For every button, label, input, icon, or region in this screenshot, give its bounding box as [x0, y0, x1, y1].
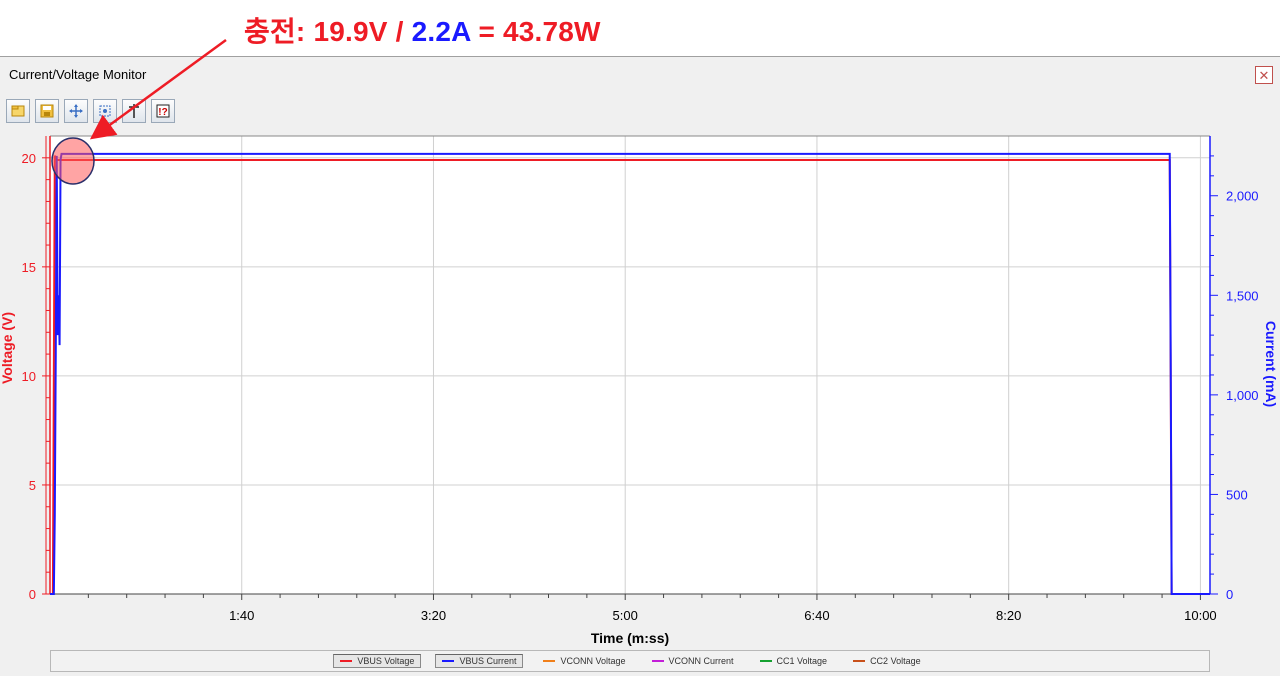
legend-swatch — [340, 660, 353, 662]
legend-item-cc2-voltage[interactable]: CC2 Voltage — [847, 655, 927, 667]
highlight-circle — [51, 137, 95, 185]
legend-item-vbus-current[interactable]: VBUS Current — [435, 654, 524, 668]
annotation-arrow — [89, 38, 227, 140]
legend-swatch — [442, 660, 455, 662]
legend-item-vconn-voltage[interactable]: VCONN Voltage — [537, 655, 631, 667]
legend-label: VCONN Current — [668, 656, 734, 666]
legend-item-cc1-voltage[interactable]: CC1 Voltage — [754, 655, 834, 667]
legend-swatch — [853, 660, 866, 662]
legend-label: CC1 Voltage — [776, 656, 828, 666]
legend-swatch — [759, 660, 772, 662]
legend-swatch — [651, 660, 664, 662]
legend-item-vconn-current[interactable]: VCONN Current — [646, 655, 740, 667]
legend-swatch — [543, 660, 556, 662]
chart-legend: VBUS Voltage VBUS Current VCONN Voltage VCO… — [50, 650, 1210, 672]
legend-label: CC2 Voltage — [870, 656, 921, 666]
legend-label: VBUS Current — [459, 656, 517, 666]
legend-label: VBUS Voltage — [357, 656, 415, 666]
legend-label: VCONN Voltage — [560, 656, 626, 666]
legend-item-vbus-voltage[interactable]: VBUS Voltage — [333, 654, 422, 668]
annotation-overlay — [51, 38, 227, 185]
